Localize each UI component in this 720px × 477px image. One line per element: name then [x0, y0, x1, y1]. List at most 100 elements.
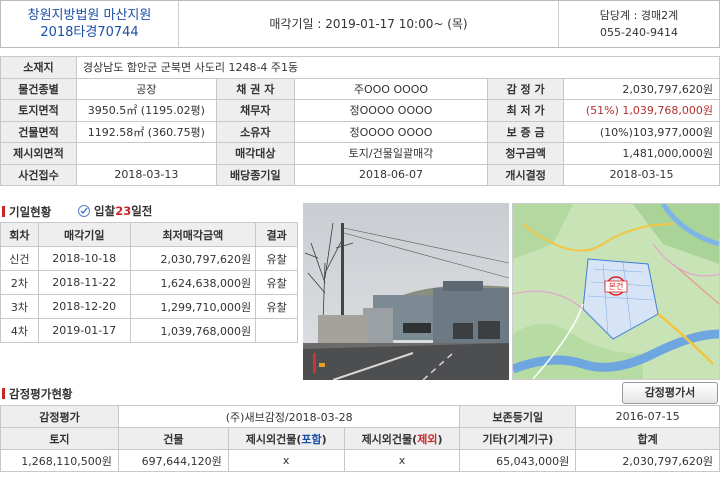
appraisal-title: 감정평가현황: [2, 386, 72, 402]
excl-in-tag: 포함: [301, 432, 322, 446]
appraisal-report-button[interactable]: 감정평가서: [622, 382, 718, 404]
bid-suffix: 일전: [131, 204, 153, 218]
result-cell: 유찰: [255, 246, 298, 271]
date-cell: 2019-01-17: [37, 318, 131, 343]
col-excl-included: 제시외건물(포함): [227, 427, 345, 450]
receipt-value: 2018-03-13: [75, 163, 217, 186]
col-total: 합계: [575, 427, 720, 450]
deposit-label: 보 증 금: [487, 120, 565, 143]
appraisal-value: 2,030,797,620원: [563, 77, 720, 100]
case-header: 창원지방법원 마산지원 2018타경70744 매각기일 : 2019-01-1…: [0, 0, 720, 48]
court-name: 창원지방법원 마산지원: [27, 8, 152, 23]
excluded-area-label: 제시외면적: [0, 142, 77, 165]
round-cell: 2차: [0, 270, 39, 295]
start-label: 개시결정: [487, 163, 565, 186]
section-marker: [2, 388, 5, 399]
appraiser-value: (주)새브감정/2018-03-28: [117, 405, 461, 428]
excl-in-close: ): [321, 432, 327, 446]
total-value: 2,030,797,620원: [575, 449, 720, 472]
excl-out-tag: 제외: [417, 432, 438, 446]
building-value: 697,644,120원: [117, 449, 229, 472]
result-cell: 유찰: [255, 294, 298, 319]
price-cell: 1,039,768,000원: [129, 318, 257, 343]
history-title: 기일현황: [2, 204, 51, 220]
address-value: 경상남도 함안군 군북면 사도리 1248-4 주1동: [75, 56, 720, 79]
date-cell: 2018-11-22: [37, 270, 131, 295]
receipt-label: 사건접수: [0, 163, 77, 186]
round-cell: 3차: [0, 294, 39, 319]
owner-value: 정OOOO OOOO: [293, 120, 489, 143]
bid-days: 23: [115, 204, 132, 218]
table-row: 1,268,110,500원 697,644,120원 x x 65,043,0…: [0, 449, 720, 472]
round-cell: 4차: [0, 318, 39, 343]
min-price-label: 최 저 가: [487, 99, 565, 122]
deposit-value: (10%)103,977,000원: [563, 120, 720, 143]
start-value: 2018-03-15: [563, 163, 720, 186]
registration-date-value: 2016-07-15: [575, 405, 720, 428]
result-cell: [255, 318, 298, 343]
sale-target-label: 매각대상: [215, 142, 295, 165]
date-cell: 2018-10-18: [37, 246, 131, 271]
clock-icon: [78, 205, 90, 217]
location-map[interactable]: 본건: [512, 203, 720, 380]
creditor-value: 주OOO OOOO: [293, 77, 489, 100]
price-cell: 1,299,710,000원: [129, 294, 257, 319]
sale-target-value: 토지/건물일괄매각: [293, 142, 489, 165]
auction-date: 매각기일 : 2019-01-17 10:00~ (목): [179, 1, 559, 47]
excl-in-value: x: [227, 449, 345, 472]
appraisal-label: 감 정 가: [487, 77, 565, 100]
col-min-price: 최저매각금액: [129, 222, 257, 247]
etc-value: 65,043,000원: [459, 449, 577, 472]
land-area-label: 토지면적: [0, 99, 77, 122]
land-value: 1,268,110,500원: [0, 449, 119, 472]
claim-value: 1,481,000,000원: [563, 142, 720, 165]
creditor-label: 채 권 자: [215, 77, 295, 100]
date-cell: 2018-12-20: [37, 294, 131, 319]
appraisal-table: 감정평가 (주)새브감정/2018-03-28 보존등기일 2016-07-15…: [0, 405, 720, 472]
debtor-value: 정OOOO OOOO: [293, 99, 489, 122]
price-cell: 2,030,797,620원: [129, 246, 257, 271]
dividend-value: 2018-06-07: [293, 163, 489, 186]
result-cell: 유찰: [255, 270, 298, 295]
land-area-value: 3950.5㎡ (1195.02평): [75, 99, 217, 122]
price-cell: 1,624,638,000원: [129, 270, 257, 295]
address-label: 소재지: [0, 56, 77, 79]
department-info: 담당계 : 경매2계 055-240-9414: [559, 1, 719, 47]
col-result: 결과: [255, 222, 298, 247]
table-row: 신건 2018-10-18 2,030,797,620원 유찰: [0, 246, 298, 271]
bid-countdown-link[interactable]: 입찰23일전: [78, 203, 152, 219]
property-photo[interactable]: [303, 203, 509, 380]
min-price-value: (51%) 1,039,768,000원: [563, 99, 720, 122]
case-info-table: 소재지 경상남도 함안군 군북면 사도리 1248-4 주1동 물건종별 공장 …: [0, 56, 720, 186]
col-building: 건물: [117, 427, 229, 450]
owner-label: 소유자: [215, 120, 295, 143]
case-number: 2018타경70744: [40, 25, 139, 40]
excl-in-prefix: 제시외건물(: [245, 432, 302, 446]
table-row: 2차 2018-11-22 1,624,638,000원 유찰: [0, 270, 298, 295]
department-phone: 055-240-9414: [600, 26, 678, 39]
type-label: 물건종별: [0, 77, 77, 100]
section-marker: [2, 206, 5, 217]
bid-prefix: 입찰: [94, 204, 116, 218]
property-marker: 본건: [608, 282, 624, 291]
appraisal-title-text: 감정평가현황: [9, 387, 73, 401]
col-land: 토지: [0, 427, 119, 450]
col-excl-excluded: 제시외건물(제외): [343, 427, 461, 450]
property-photo-image: [303, 203, 509, 380]
registration-date-label: 보존등기일: [459, 405, 577, 428]
building-area-label: 건물면적: [0, 120, 77, 143]
table-row: 3차 2018-12-20 1,299,710,000원 유찰: [0, 294, 298, 319]
col-round: 회차: [0, 222, 39, 247]
excl-out-prefix: 제시외건물(: [361, 432, 418, 446]
building-area-value: 1192.58㎡ (360.75평): [75, 120, 217, 143]
table-row: 4차 2019-01-17 1,039,768,000원: [0, 318, 298, 343]
department: 담당계 : 경매2계: [599, 9, 679, 22]
excluded-area-value: [75, 142, 217, 165]
col-etc: 기타(기계기구): [459, 427, 577, 450]
col-date: 매각기일: [37, 222, 131, 247]
history-title-text: 기일현황: [9, 205, 52, 219]
debtor-label: 채무자: [215, 99, 295, 122]
auction-history-table: 회차 매각기일 최저매각금액 결과 신건 2018-10-18 2,030,79…: [0, 222, 298, 343]
court-info: 창원지방법원 마산지원 2018타경70744: [1, 1, 179, 47]
claim-label: 청구금액: [487, 142, 565, 165]
